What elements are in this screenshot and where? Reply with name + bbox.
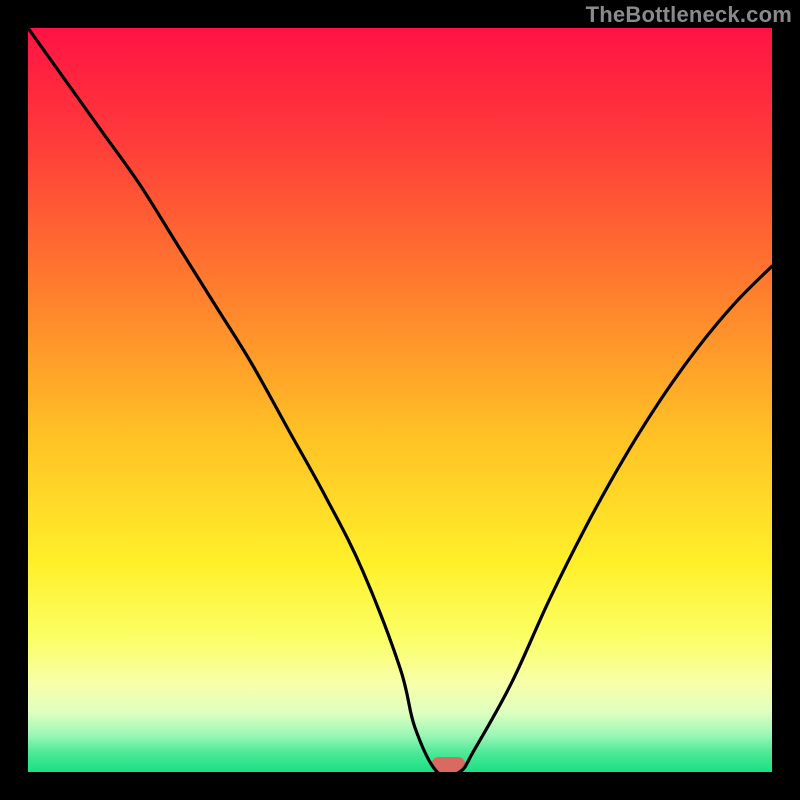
- watermark-text: TheBottleneck.com: [586, 2, 792, 28]
- plot-area: [28, 28, 772, 772]
- chart-frame: TheBottleneck.com: [0, 0, 800, 800]
- bottleneck-curve: [28, 28, 772, 772]
- curve-layer: [28, 28, 772, 772]
